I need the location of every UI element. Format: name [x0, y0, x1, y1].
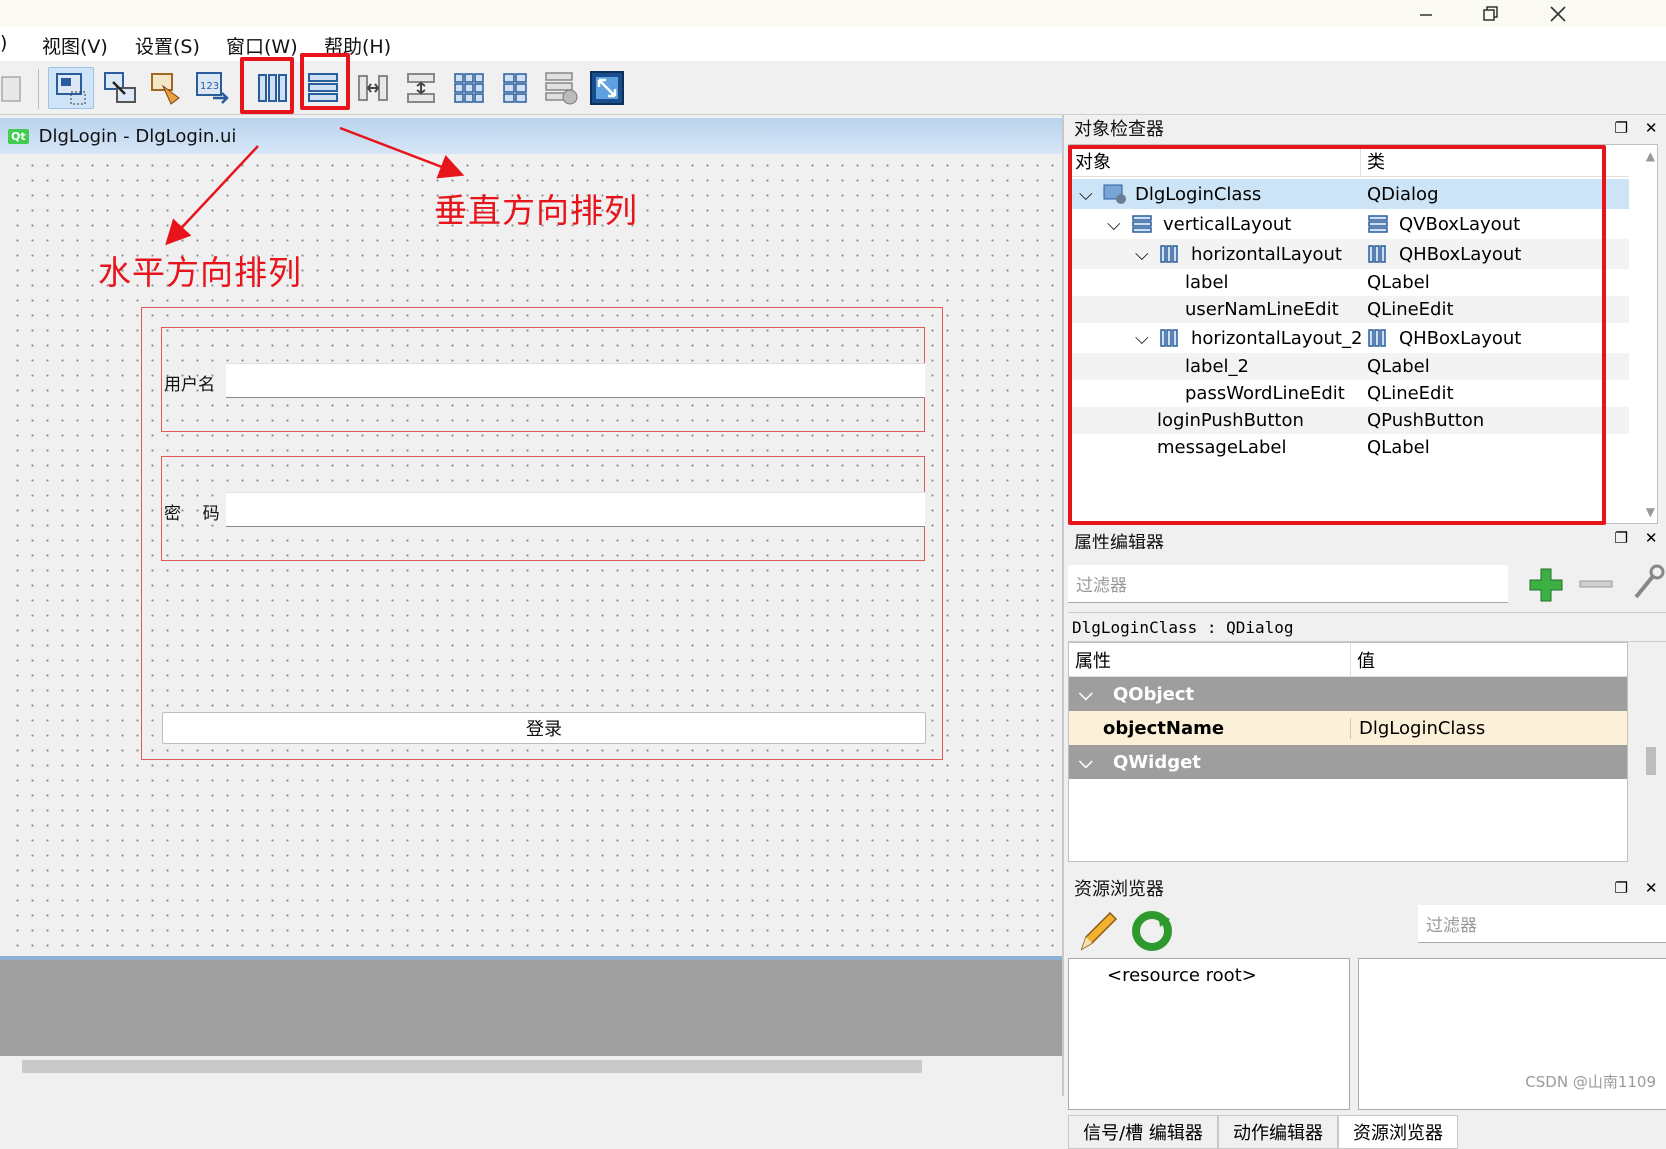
lay-out-grid-icon[interactable]: [448, 67, 490, 109]
float-icon[interactable]: ❐: [1614, 529, 1627, 547]
lay-out-form-icon[interactable]: [494, 67, 536, 109]
highlight-object-inspector: [1068, 145, 1606, 525]
menu-bar: ) 视图(V) 设置(S) 窗口(W) 帮助(H): [0, 27, 1666, 61]
edit-tab-order-icon[interactable]: 123: [192, 67, 234, 109]
edit-signals-slots-icon[interactable]: [100, 67, 142, 109]
edit-widgets-icon[interactable]: [48, 67, 94, 109]
login-button[interactable]: 登录: [162, 712, 926, 744]
property-table[interactable]: 属性 值 ⌵ QObject objectName DlgLoginClass …: [1068, 642, 1628, 862]
lay-out-horizontal-splitter-icon[interactable]: [352, 67, 394, 109]
edit-buddies-icon[interactable]: [146, 67, 188, 109]
chevron-down-icon[interactable]: ⌵: [1079, 684, 1113, 705]
add-dynamic-property-icon[interactable]: [1526, 565, 1566, 609]
property-editor-title: 属性编辑器: [1074, 533, 1164, 549]
configure-wrench-icon[interactable]: [1630, 563, 1666, 607]
resource-filter-input[interactable]: 过滤器: [1418, 905, 1666, 943]
close-window-icon[interactable]: [1528, 0, 1588, 27]
float-icon[interactable]: ❐: [1614, 879, 1627, 897]
close-icon[interactable]: ✕: [1645, 119, 1658, 137]
object-inspector-title-bar: 对象检查器: [1068, 115, 1666, 141]
property-class-line: DlgLoginClass : QDialog: [1068, 612, 1666, 642]
break-layout-icon[interactable]: [540, 67, 582, 109]
svg-text:123: 123: [200, 81, 219, 92]
tab-resource-browser[interactable]: 资源浏览器: [1338, 1115, 1458, 1149]
menu-settings[interactable]: 设置(S): [135, 32, 200, 59]
object-inspector-controls: ❐ ✕: [1606, 115, 1666, 141]
toolbar: 123: [0, 53, 1666, 115]
property-group-row[interactable]: ⌵ QObject: [1069, 677, 1627, 711]
resource-browser-controls: ❐ ✕: [1606, 875, 1666, 901]
password-input[interactable]: [226, 492, 925, 527]
scroll-up-icon[interactable]: ▲: [1646, 149, 1655, 163]
float-icon[interactable]: ❐: [1614, 119, 1627, 137]
property-group-name: QObject: [1113, 683, 1195, 705]
menu-window[interactable]: 窗口(W): [226, 32, 298, 59]
property-editor-title-bar: 属性编辑器: [1068, 529, 1666, 549]
property-group-row[interactable]: ⌵ QWidget: [1069, 745, 1627, 779]
right-dock-area: 对象检查器 ❐ ✕ 对象 类 ⌵ DlgLoginClass QDialog ⌵…: [1062, 115, 1666, 1149]
lay-out-vertical-splitter-icon[interactable]: [400, 67, 442, 109]
username-label: 用户名: [164, 375, 215, 395]
tab-action-editor[interactable]: 动作编辑器: [1218, 1115, 1338, 1149]
highlight-vertical-layout: [300, 53, 350, 110]
property-value[interactable]: DlgLoginClass: [1359, 718, 1485, 739]
chevron-down-icon[interactable]: ⌵: [1079, 752, 1113, 773]
highlight-horizontal-layout: [240, 57, 294, 114]
username-input[interactable]: [226, 363, 925, 398]
restore-icon[interactable]: [1460, 0, 1520, 27]
resource-browser-title: 资源浏览器: [1074, 879, 1164, 900]
property-scrollbar-thumb[interactable]: [1646, 747, 1656, 775]
close-icon[interactable]: ✕: [1645, 529, 1658, 547]
property-filter-input[interactable]: 过滤器: [1068, 565, 1508, 603]
window-title-bar: [0, 0, 1666, 27]
annotation-horizontal-label: 水平方向排列: [98, 253, 302, 292]
remove-property-icon[interactable]: [1578, 577, 1614, 596]
watermark-text: CSDN @山南1109: [1525, 1073, 1656, 1091]
adjust-size-icon[interactable]: [586, 67, 628, 109]
property-group-name: QWidget: [1113, 751, 1201, 773]
reload-resources-icon[interactable]: [1130, 909, 1174, 957]
annotation-vertical-label: 垂直方向排列: [434, 191, 638, 230]
edit-resources-pencil-icon[interactable]: [1076, 909, 1120, 957]
resource-browser-title-bar: 资源浏览器: [1068, 875, 1666, 901]
close-icon[interactable]: ✕: [1645, 879, 1658, 897]
minimize-icon[interactable]: [1396, 0, 1456, 27]
copy-icon[interactable]: [0, 67, 24, 109]
resource-root-item[interactable]: <resource root>: [1107, 965, 1257, 986]
tab-signal-slot-editor[interactable]: 信号/槽 编辑器: [1068, 1115, 1218, 1149]
form-editor-window: Qt DlgLogin - DlgLogin.ui 垂直方向排列 水平方向排列 …: [0, 118, 1062, 958]
mdi-background: [0, 960, 1062, 1058]
object-inspector-title: 对象检查器: [1074, 119, 1164, 140]
menu-item-cut[interactable]: ): [0, 32, 7, 54]
column-header-value[interactable]: 值: [1351, 643, 1627, 677]
property-editor-controls: ❐ ✕: [1606, 525, 1666, 551]
scroll-down-icon[interactable]: ▼: [1646, 505, 1655, 519]
property-name: objectName: [1103, 717, 1351, 739]
password-label: 密 码: [164, 504, 220, 524]
resource-tree[interactable]: <resource root>: [1068, 958, 1350, 1110]
column-header-property[interactable]: 属性: [1069, 643, 1351, 677]
menu-view[interactable]: 视图(V): [42, 32, 108, 59]
property-row[interactable]: objectName DlgLoginClass: [1069, 711, 1627, 745]
horizontal-scrollbar-thumb[interactable]: [22, 1060, 922, 1073]
